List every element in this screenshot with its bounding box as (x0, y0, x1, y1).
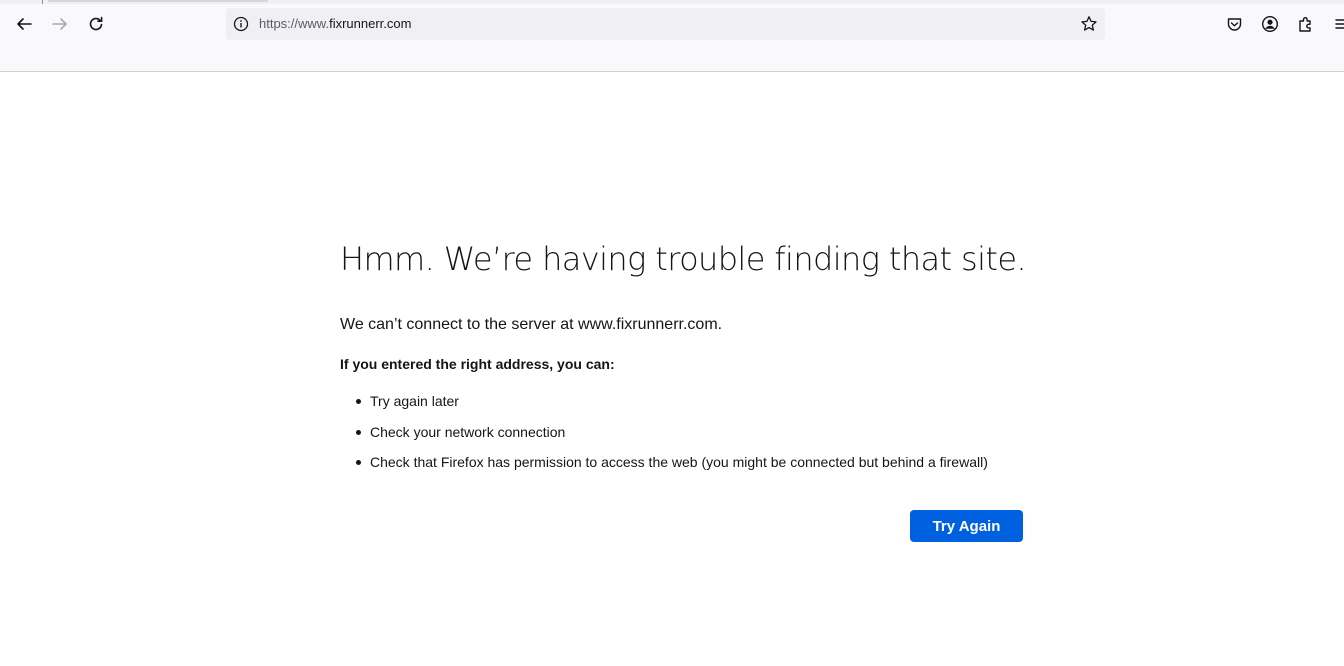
arrow-left-icon (17, 18, 32, 30)
menu-icon (1335, 19, 1344, 29)
bookmark-button[interactable] (1079, 14, 1099, 34)
address-bar[interactable]: https://www.fixrunnerr.com (226, 8, 1105, 40)
url-scheme: https://www. (259, 16, 330, 31)
url-text[interactable]: https://www.fixrunnerr.com (259, 16, 411, 32)
extensions-icon (1299, 17, 1311, 32)
reload-icon (89, 16, 103, 31)
account-button[interactable] (1260, 14, 1280, 34)
info-icon (233, 16, 249, 32)
pocket-icon (1227, 17, 1241, 31)
app-menu-button[interactable] (1332, 14, 1344, 34)
suggestions-heading: If you entered the right address, you ca… (340, 356, 615, 372)
tab-divider (42, 0, 43, 4)
list-item: Try again later (340, 391, 988, 411)
pocket-button[interactable] (1224, 14, 1244, 34)
bullet-icon (356, 399, 361, 404)
bullet-icon (356, 429, 361, 435)
forward-button[interactable] (46, 10, 74, 38)
error-description: We can’t connect to the server at www.fi… (340, 316, 723, 333)
arrow-right-icon (52, 18, 67, 30)
browser-toolbar: https://www.fixrunnerr.com (0, 0, 1344, 72)
suggestion-text: Check that Firefox has permission to acc… (370, 454, 988, 470)
back-button[interactable] (10, 10, 38, 38)
extensions-button[interactable] (1296, 14, 1316, 34)
error-page: Hmm. We’re having trouble finding that s… (340, 236, 1040, 542)
suggestions-list: Try again later Check your network conne… (340, 391, 988, 483)
tab-remnant[interactable] (48, 0, 268, 2)
star-icon (1081, 16, 1097, 31)
site-info-button[interactable] (232, 15, 250, 33)
list-item: Check your network connection (340, 422, 988, 442)
try-again-button[interactable]: Try Again (910, 510, 1023, 542)
reload-button[interactable] (82, 10, 110, 38)
suggestion-text: Try again later (370, 393, 459, 409)
bullet-icon (356, 460, 361, 465)
suggestion-text: Check your network connection (370, 423, 566, 440)
url-host: fixrunnerr.com (329, 16, 412, 31)
error-title: Hmm. We’re having trouble finding that s… (340, 240, 1027, 278)
list-item: Check that Firefox has permission to acc… (340, 452, 988, 472)
account-icon (1261, 15, 1279, 33)
